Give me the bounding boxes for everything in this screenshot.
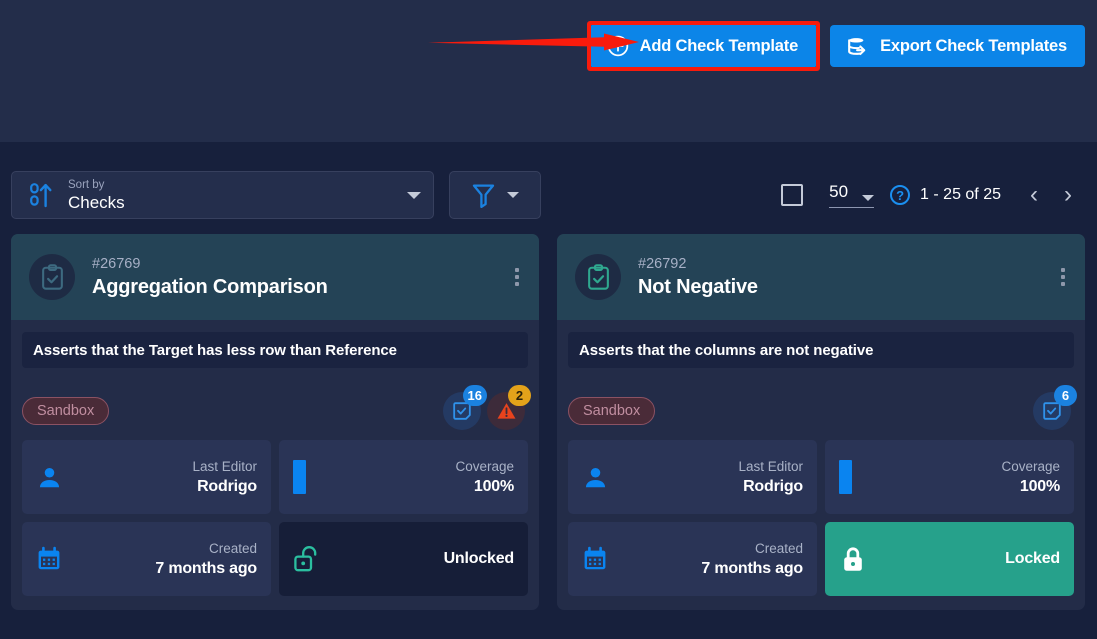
tile-last-editor[interactable]: Last Editor Rodrigo — [568, 440, 817, 514]
lock-state-label: Unlocked — [443, 550, 515, 567]
checks-count: 6 — [1054, 385, 1077, 406]
pagination-controls: 50 ? 1 - 25 of 25 ‹ › — [781, 171, 1085, 219]
export-icon — [846, 35, 869, 57]
tile-lock-state[interactable]: Unlocked — [279, 522, 528, 596]
unlock-icon — [293, 545, 327, 573]
tile-value: 100% — [1019, 477, 1060, 495]
tile-last-editor[interactable]: Last Editor Rodrigo — [22, 440, 271, 514]
page-size-select[interactable]: 50 — [829, 182, 875, 208]
filter-button[interactable] — [449, 171, 541, 219]
pagination-range: 1 - 25 of 25 — [920, 186, 1001, 203]
question-circle-icon[interactable]: ? — [890, 185, 911, 205]
card-header-text: #26769 Aggregation Comparison — [92, 255, 328, 300]
check-template-card[interactable]: #26769 Aggregation Comparison Asserts th… — [11, 234, 539, 610]
kebab-menu-icon[interactable] — [1055, 262, 1071, 292]
check-template-card-grid: #26769 Aggregation Comparison Asserts th… — [11, 234, 1086, 610]
lock-state-label: Locked — [1005, 550, 1060, 567]
card-metric-tiles: Last Editor Rodrigo Coverage 100% Create… — [22, 440, 528, 596]
tile-label: Coverage — [455, 458, 514, 474]
status-badge: Sandbox — [568, 397, 656, 425]
add-check-template-button[interactable]: Add Check Template — [590, 25, 817, 67]
tile-value: 7 months ago — [155, 559, 257, 577]
export-check-templates-button[interactable]: Export Check Templates — [830, 25, 1085, 67]
card-header: #26769 Aggregation Comparison — [11, 234, 539, 320]
add-check-template-highlight: Add Check Template — [586, 21, 821, 71]
select-all-checkbox[interactable] — [781, 184, 804, 206]
tile-coverage[interactable]: Coverage 100% — [825, 440, 1074, 514]
next-page-button[interactable]: › — [1051, 178, 1085, 212]
tile-coverage[interactable]: Coverage 100% — [279, 440, 528, 514]
card-id: #26769 — [92, 255, 141, 272]
calendar-icon — [36, 546, 70, 572]
card-stat-badges: 6 — [1033, 385, 1077, 430]
card-header: #26792 Not Negative — [557, 234, 1085, 320]
lock-icon — [839, 545, 873, 573]
card-title: Aggregation Comparison — [92, 275, 328, 298]
tile-label: Coverage — [1001, 458, 1060, 474]
tile-coverage-text: Coverage 100% — [873, 458, 1060, 497]
clipboard-check-icon — [575, 254, 621, 300]
coverage-bar-icon — [839, 460, 873, 494]
card-metric-tiles: Last Editor Rodrigo Coverage 100% Create… — [568, 440, 1074, 596]
sort-by-labels: Sort by Checks — [68, 178, 407, 213]
card-id: #26792 — [638, 255, 687, 272]
tile-label: Last Editor — [738, 458, 803, 474]
card-header-text: #26792 Not Negative — [638, 255, 758, 300]
tile-created-text: Created 7 months ago — [616, 540, 803, 579]
page-size-value: 50 — [829, 182, 849, 201]
status-badge: Sandbox — [22, 397, 110, 425]
user-icon — [36, 464, 70, 491]
card-tag-row: Sandbox 6 — [568, 385, 1077, 434]
app-root: Add Check Template Export Check Template… — [0, 0, 1097, 639]
tile-created[interactable]: Created 7 months ago — [568, 522, 817, 596]
tile-created-text: Created 7 months ago — [70, 540, 257, 579]
card-title: Not Negative — [638, 275, 758, 298]
tile-last-editor-text: Last Editor Rodrigo — [616, 458, 803, 497]
sort-numeric-asc-icon — [28, 181, 54, 209]
filter-icon — [472, 183, 495, 208]
tile-created[interactable]: Created 7 months ago — [22, 522, 271, 596]
export-check-templates-label: Export Check Templates — [880, 36, 1067, 55]
user-icon — [582, 464, 616, 491]
tile-value: 7 months ago — [701, 559, 803, 577]
tile-value: 100% — [473, 477, 514, 495]
tile-lock-state[interactable]: Locked — [825, 522, 1074, 596]
tile-label: Created — [208, 540, 257, 556]
calendar-icon — [582, 546, 616, 572]
plus-circle-icon — [607, 35, 629, 57]
sort-by-caption: Sort by — [68, 178, 105, 191]
clipboard-check-icon — [29, 254, 75, 300]
filter-chevron-down-icon[interactable] — [506, 192, 519, 198]
top-action-buttons: Add Check Template Export Check Template… — [586, 21, 1085, 71]
card-description: Asserts that the columns are not negativ… — [568, 332, 1074, 368]
card-description: Asserts that the Target has less row tha… — [22, 332, 528, 368]
check-template-card[interactable]: #26792 Not Negative Asserts that the col… — [557, 234, 1085, 610]
page-size-chevron-down-icon[interactable] — [862, 195, 875, 201]
tile-label: Created — [754, 540, 803, 556]
previous-page-button[interactable]: ‹ — [1017, 178, 1051, 212]
tile-value: Rodrigo — [743, 477, 803, 495]
tile-value: Rodrigo — [197, 477, 257, 495]
checks-count-badge[interactable]: 16 — [443, 385, 487, 430]
card-tag-row: Sandbox 16 2 — [22, 385, 531, 434]
tile-coverage-text: Coverage 100% — [327, 458, 514, 497]
sort-by-value: Checks — [68, 192, 125, 212]
checks-count-badge[interactable]: 6 — [1033, 385, 1077, 430]
kebab-menu-icon[interactable] — [509, 262, 525, 292]
alerts-count: 2 — [508, 385, 531, 406]
tile-label: Last Editor — [192, 458, 257, 474]
top-action-bar: Add Check Template Export Check Template… — [0, 0, 1097, 142]
card-stat-badges: 16 2 — [443, 385, 531, 430]
sort-by-select[interactable]: Sort by Checks — [11, 171, 434, 219]
list-toolbar: Sort by Checks 50 ? 1 - 25 of 25 ‹ › — [0, 142, 1097, 234]
add-check-template-label: Add Check Template — [639, 36, 799, 55]
chevron-down-icon[interactable] — [407, 191, 421, 199]
tile-last-editor-text: Last Editor Rodrigo — [70, 458, 257, 497]
checks-count: 16 — [462, 385, 487, 406]
alerts-count-badge[interactable]: 2 — [487, 385, 531, 430]
coverage-bar-icon — [293, 460, 327, 494]
